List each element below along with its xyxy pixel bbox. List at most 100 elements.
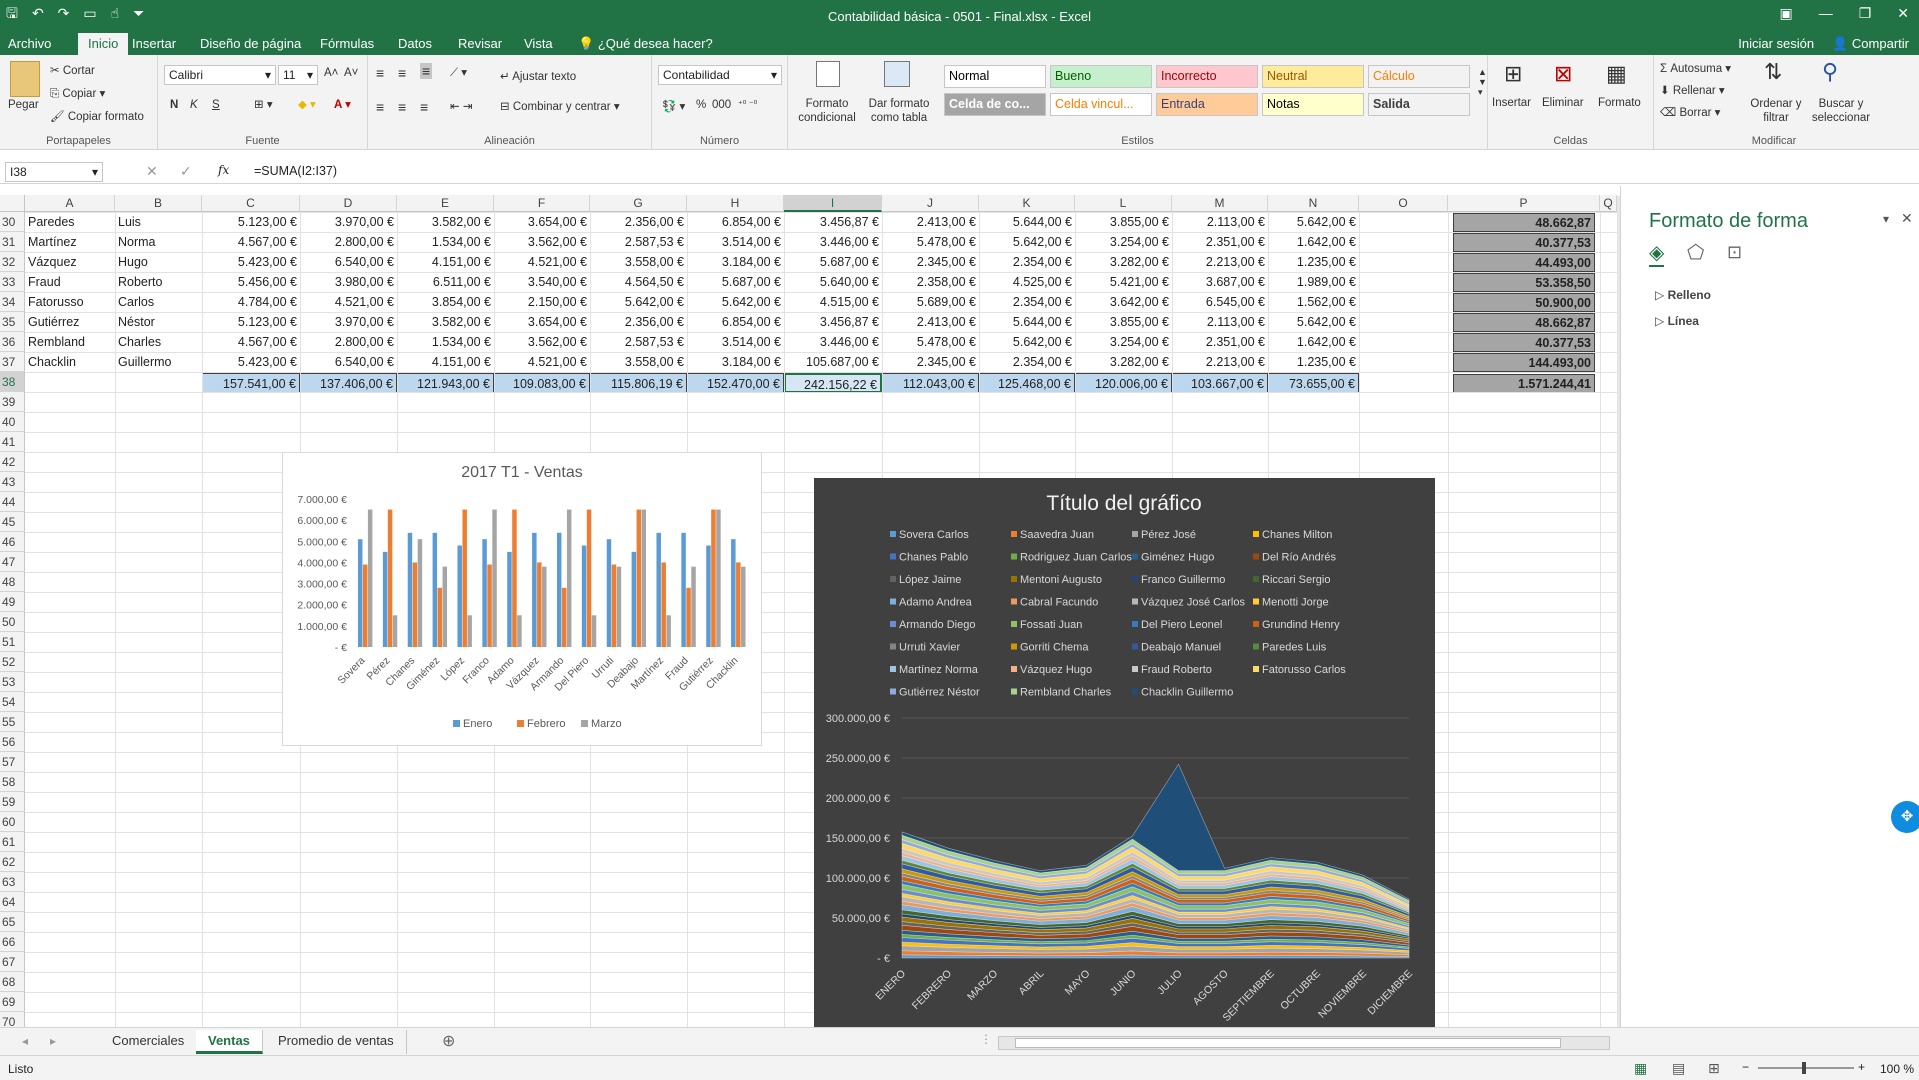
row-total-cell[interactable]: 40.377,53: [1453, 233, 1595, 252]
value-cell[interactable]: 3.540,00 €: [494, 272, 590, 292]
row-header[interactable]: 34: [0, 292, 25, 312]
align-top-icon[interactable]: ≡: [376, 65, 384, 81]
column-header-l[interactable]: L: [1075, 195, 1172, 212]
row-header[interactable]: 60: [0, 812, 25, 832]
tell-me-box[interactable]: 💡 ¿Qué desea hacer?: [578, 36, 713, 52]
cell-style-2[interactable]: Incorrecto: [1156, 65, 1258, 88]
surname-cell[interactable]: Fatorusso: [25, 292, 115, 312]
value-cell[interactable]: 2.587,53 €: [590, 232, 687, 252]
conditional-format-icon[interactable]: [816, 61, 840, 87]
column-total-cell[interactable]: 112.043,00 €: [882, 373, 979, 393]
value-cell[interactable]: 2.213,00 €: [1172, 352, 1268, 372]
horizontal-scroll-thumb[interactable]: [1015, 1038, 1561, 1048]
zoom-level[interactable]: 100 %: [1880, 1062, 1914, 1076]
row-header[interactable]: 50: [0, 612, 25, 632]
dropbox-icon[interactable]: ✥: [1891, 801, 1919, 833]
value-cell[interactable]: 2.351,00 €: [1172, 332, 1268, 352]
insert-function-icon[interactable]: fx: [218, 163, 229, 177]
number-format-select[interactable]: Contabilidad ▾: [658, 65, 782, 85]
cell-style-3[interactable]: Neutral: [1262, 65, 1364, 88]
row-header[interactable]: 37: [0, 352, 25, 372]
fill-button[interactable]: ⬇ Rellenar ▾: [1660, 83, 1725, 97]
cell-style-6[interactable]: Celda vincul...: [1050, 93, 1152, 116]
font-size-select[interactable]: 11 ▾: [278, 65, 318, 85]
currency-icon[interactable]: 💱 ▾: [662, 99, 685, 113]
column-header-p[interactable]: P: [1448, 195, 1600, 212]
name-cell[interactable]: Norma: [115, 232, 202, 252]
align-right-icon[interactable]: ≡: [420, 99, 428, 115]
value-cell[interactable]: 5.423,00 €: [202, 352, 300, 372]
tab-inicio[interactable]: Inicio: [78, 33, 129, 55]
value-cell[interactable]: 3.514,00 €: [687, 332, 784, 352]
value-cell[interactable]: 4.525,00 €: [979, 272, 1075, 292]
shrink-font-button[interactable]: A˅: [344, 67, 358, 79]
value-cell[interactable]: 2.150,00 €: [494, 292, 590, 312]
share-button[interactable]: 👤 Compartir: [1832, 36, 1909, 52]
value-cell[interactable]: 5.642,00 €: [1268, 312, 1359, 332]
merge-center-button[interactable]: ⊟ Combinar y centrar ▾: [500, 99, 620, 113]
value-cell[interactable]: 1.235,00 €: [1268, 352, 1359, 372]
value-cell[interactable]: 5.642,00 €: [1268, 212, 1359, 232]
value-cell[interactable]: 3.184,00 €: [687, 252, 784, 272]
value-cell[interactable]: 6.511,00 €: [397, 272, 494, 292]
row-total-cell[interactable]: 53.358,50: [1453, 273, 1595, 292]
column-header-g[interactable]: G: [590, 195, 687, 212]
value-cell[interactable]: 3.582,00 €: [397, 212, 494, 232]
fill-color-icon[interactable]: ◆ ▾: [298, 97, 316, 111]
column-total-cell[interactable]: 121.943,00 €: [397, 373, 494, 393]
surname-cell[interactable]: Vázquez: [25, 252, 115, 272]
value-cell[interactable]: 2.213,00 €: [1172, 252, 1268, 272]
value-cell[interactable]: 3.855,00 €: [1075, 312, 1172, 332]
insert-cells-icon[interactable]: ⊞: [1504, 61, 1522, 87]
value-cell[interactable]: 1.534,00 €: [397, 332, 494, 352]
name-cell[interactable]: Carlos: [115, 292, 202, 312]
align-middle-icon[interactable]: ≡: [398, 65, 406, 81]
tab-archivo[interactable]: Archivo: [8, 36, 51, 51]
row-total-cell[interactable]: 50.900,00: [1453, 293, 1595, 312]
format-as-table-button[interactable]: Dar formato como tabla: [864, 97, 934, 125]
autosum-button[interactable]: Σ Autosuma ▾: [1660, 61, 1731, 75]
value-cell[interactable]: 5.478,00 €: [882, 232, 979, 252]
name-cell[interactable]: Charles: [115, 332, 202, 352]
find-select-button[interactable]: Buscar y seleccionar: [1804, 97, 1878, 125]
value-cell[interactable]: 2.345,00 €: [882, 352, 979, 372]
tab-insertar[interactable]: Insertar: [132, 36, 176, 51]
value-cell[interactable]: 2.800,00 €: [300, 232, 397, 252]
value-cell[interactable]: 5.642,00 €: [979, 332, 1075, 352]
name-cell[interactable]: Roberto: [115, 272, 202, 292]
scroll-tabs-left-icon[interactable]: ◂: [22, 1034, 28, 1048]
zoom-slider-thumb[interactable]: [1802, 1062, 1806, 1074]
value-cell[interactable]: 1.989,00 €: [1268, 272, 1359, 292]
row-header[interactable]: 64: [0, 892, 25, 912]
column-total-cell[interactable]: 73.655,00 €: [1268, 373, 1359, 393]
sheet-tab-comerciales[interactable]: Comerciales: [100, 1030, 198, 1054]
underline-button[interactable]: S: [212, 99, 220, 111]
value-cell[interactable]: 4.567,00 €: [202, 332, 300, 352]
close-pane-icon[interactable]: ✕: [1901, 210, 1913, 227]
column-total-cell[interactable]: 152.470,00 €: [687, 373, 784, 393]
restore-icon[interactable]: ❐: [1859, 5, 1872, 22]
paste-icon[interactable]: [10, 61, 40, 97]
table-format-icon[interactable]: [884, 61, 910, 87]
ribbon-display-icon[interactable]: ▣: [1779, 5, 1792, 22]
value-cell[interactable]: 3.446,00 €: [784, 332, 882, 352]
sheet-tab-ventas[interactable]: Ventas: [196, 1030, 263, 1054]
cell-style-4[interactable]: Cálculo: [1368, 65, 1470, 88]
delete-cells-button[interactable]: Eliminar: [1542, 97, 1584, 109]
cell-style-5[interactable]: Celda de co...: [944, 93, 1046, 116]
value-cell[interactable]: 5.644,00 €: [979, 212, 1075, 232]
value-cell[interactable]: 5.689,00 €: [882, 292, 979, 312]
value-cell[interactable]: 6.854,00 €: [687, 212, 784, 232]
format-painter-button[interactable]: 🖌 Copiar formato: [50, 109, 144, 123]
value-cell[interactable]: 1.534,00 €: [397, 232, 494, 252]
align-center-icon[interactable]: ≡: [398, 99, 406, 115]
decimal-icons[interactable]: ⁺⁰ ⁻⁰: [738, 99, 757, 110]
value-cell[interactable]: 6.854,00 €: [687, 312, 784, 332]
zoom-slider[interactable]: [1758, 1062, 1854, 1074]
wrap-text-button[interactable]: ↵ Ajustar texto: [500, 69, 576, 83]
cell-style-0[interactable]: Normal: [944, 65, 1046, 88]
value-cell[interactable]: 2.113,00 €: [1172, 312, 1268, 332]
delete-cells-icon[interactable]: ⊠: [1554, 61, 1572, 87]
signin-link[interactable]: Iniciar sesión: [1738, 36, 1814, 52]
align-bottom-icon[interactable]: ≡: [420, 63, 433, 79]
